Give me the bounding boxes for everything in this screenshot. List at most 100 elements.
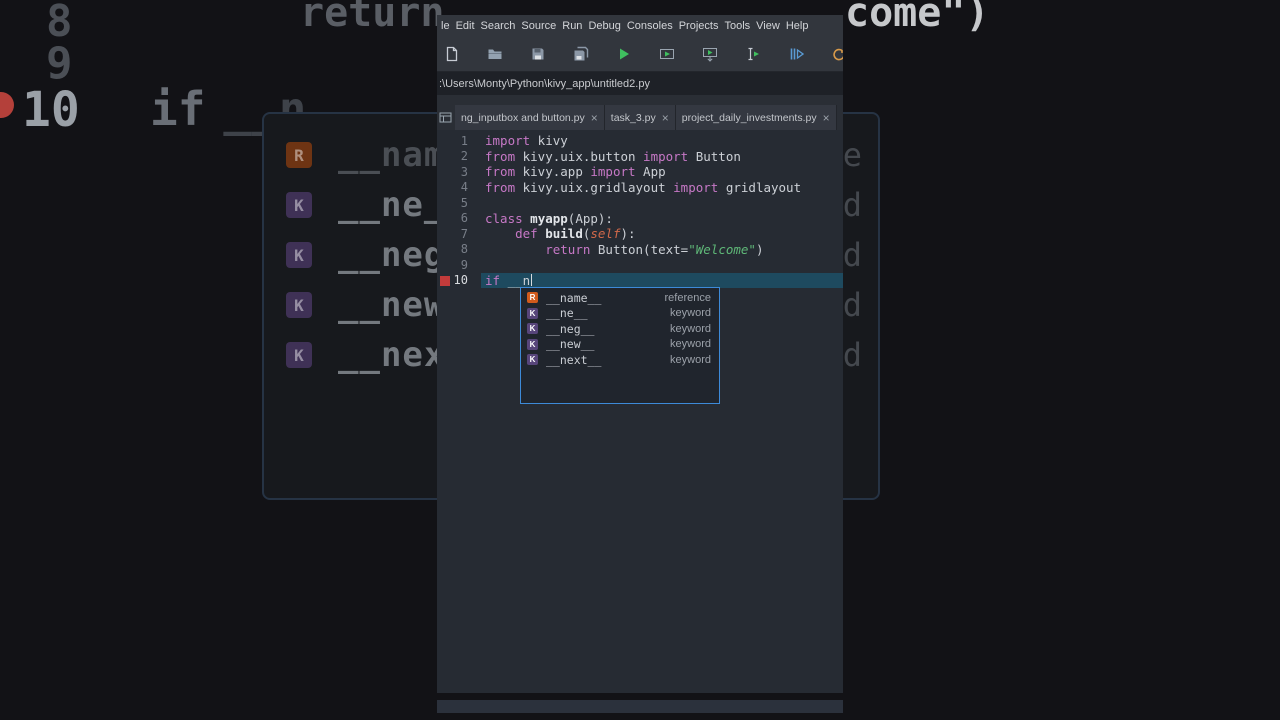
completion-label: __next__ — [546, 352, 602, 367]
menu-item-consoles[interactable]: Consoles — [624, 20, 676, 32]
run-cell-advance-button[interactable] — [701, 45, 718, 62]
completion-item[interactable]: K __neg__ keyword — [521, 321, 719, 337]
run-selection-icon — [748, 47, 759, 60]
code-token: import — [643, 148, 689, 164]
save-icon — [532, 48, 543, 59]
code-token: gridlayout — [718, 179, 802, 195]
code-line: 8 return Button(text= "Welcome") — [437, 242, 843, 258]
code-line: 3 from kivy.app import App — [437, 164, 843, 180]
keyword-icon: K — [527, 323, 538, 335]
completion-label: __new__ — [546, 337, 595, 352]
line-number: 8 — [460, 242, 468, 257]
completion-item[interactable]: K __next__ keyword — [521, 352, 719, 368]
code-token: ): — [620, 226, 636, 242]
code-token: kivy.app — [515, 164, 591, 180]
code-token: import — [485, 133, 531, 149]
completion-item[interactable]: R __name__ reference — [521, 290, 719, 306]
path-bar: :\Users\Monty\Python\kivy_app\untitled2.… — [437, 72, 843, 95]
new-file-icon — [446, 46, 457, 61]
completion-item[interactable]: K __new__ keyword — [521, 337, 719, 353]
menu-item-search[interactable]: Search — [478, 20, 519, 32]
save-all-button[interactable] — [572, 45, 589, 62]
line-content: class myapp (App): — [481, 211, 843, 227]
line-content: def build(self): — [481, 226, 843, 242]
line-number: 7 — [460, 226, 468, 241]
new-file-button[interactable] — [443, 45, 460, 62]
menu-item-projects[interactable]: Projects — [676, 20, 722, 32]
bg-zoom-keyword: if — [150, 82, 206, 136]
completion-item[interactable]: K __ne__ keyword — [521, 306, 719, 322]
completion-kind: reference — [664, 291, 711, 304]
line-content — [481, 195, 843, 211]
keyword-icon: K — [527, 338, 538, 350]
completion-popup: R __name__ reference K __ne__ keyword K __neg__… — [520, 287, 720, 404]
code-token: kivy.uix.button — [515, 148, 644, 164]
code-token: myapp — [522, 210, 568, 226]
tab-close-icon[interactable]: × — [591, 112, 598, 124]
run-cell-button[interactable] — [658, 45, 675, 62]
open-folder-button[interactable] — [486, 45, 503, 62]
line-content: return Button(text= "Welcome") — [481, 242, 843, 258]
run-icon — [619, 48, 629, 59]
menu-item-help[interactable]: Help — [783, 20, 812, 32]
browse-tabs-button[interactable] — [437, 105, 454, 129]
bg-zoom-item-icon: R — [286, 142, 312, 168]
code-token: return — [545, 241, 591, 257]
bg-zoom-line-number: 10 — [22, 82, 80, 138]
code-token: kivy — [530, 133, 568, 149]
tab-3[interactable]: project_daily_investments.py × — [675, 105, 837, 130]
line-number: 5 — [460, 195, 468, 210]
line-number: 10 — [437, 273, 481, 287]
bg-zoom-item-icon: K — [286, 192, 312, 218]
code-token: __n — [500, 272, 531, 288]
menu-item-source[interactable]: Source — [518, 20, 559, 32]
browse-tabs-icon — [439, 112, 452, 122]
completion-kind: keyword — [670, 353, 711, 366]
menu-item-debug[interactable]: Debug — [585, 20, 623, 32]
continue-button[interactable] — [830, 45, 843, 62]
menu-item-run[interactable]: Run — [559, 20, 585, 32]
completion-kind: keyword — [670, 338, 711, 351]
menu-item-tools[interactable]: Tools — [721, 20, 753, 32]
line-content — [481, 257, 843, 273]
completion-label: __neg__ — [546, 321, 595, 336]
debug-file-button[interactable] — [787, 45, 804, 62]
save-all-icon — [574, 46, 588, 60]
file-path: :\Users\Monty\Python\kivy_app\untitled2.… — [439, 77, 650, 90]
completion-label: __ne__ — [546, 306, 588, 321]
code-line: 10 if __n — [437, 272, 843, 288]
menu-item-view[interactable]: View — [753, 20, 783, 32]
code-token: build — [537, 226, 583, 242]
menu-item-le[interactable]: le — [438, 20, 453, 32]
completion-kind: keyword — [670, 322, 711, 335]
run-button[interactable] — [615, 45, 632, 62]
toolbar — [437, 36, 843, 72]
run-selection-button[interactable] — [744, 45, 761, 62]
code-token: self — [590, 226, 621, 242]
code-token: from — [485, 148, 516, 164]
line-number: 1 — [460, 133, 468, 148]
code-token: if — [485, 272, 501, 288]
tab-close-icon[interactable]: × — [823, 112, 830, 124]
code-area[interactable]: 1 import kivy 2 from kivy.uix.button import… — [437, 130, 843, 693]
save-button[interactable] — [529, 45, 546, 62]
completion-label: __name__ — [546, 290, 602, 305]
reference-icon: R — [527, 292, 538, 304]
line-number: 9 — [460, 257, 468, 272]
line-content: if __n — [481, 272, 843, 288]
tab-label: task_3.py — [610, 111, 656, 124]
text-cursor — [531, 274, 533, 287]
tab-1[interactable]: ng_inputbox and button.py × — [455, 105, 605, 130]
menu-bar: le Edit Search Source Run Debug Consoles Projec… — [437, 15, 843, 36]
spyder-window: le Edit Search Source Run Debug Consoles Projec… — [437, 15, 843, 693]
code-line: 2 from kivy.uix.button import Button — [437, 149, 843, 165]
line-number: 6 — [460, 211, 468, 226]
bg-zoom-return-text: return — [300, 0, 445, 36]
tab-close-icon[interactable]: × — [662, 112, 669, 124]
tab-2[interactable]: task_3.py × — [604, 105, 676, 130]
menu-item-edit[interactable]: Edit — [453, 20, 478, 32]
bottom-bar — [437, 700, 843, 713]
completion-kind: keyword — [670, 307, 711, 320]
code-token: Button — [688, 148, 741, 164]
